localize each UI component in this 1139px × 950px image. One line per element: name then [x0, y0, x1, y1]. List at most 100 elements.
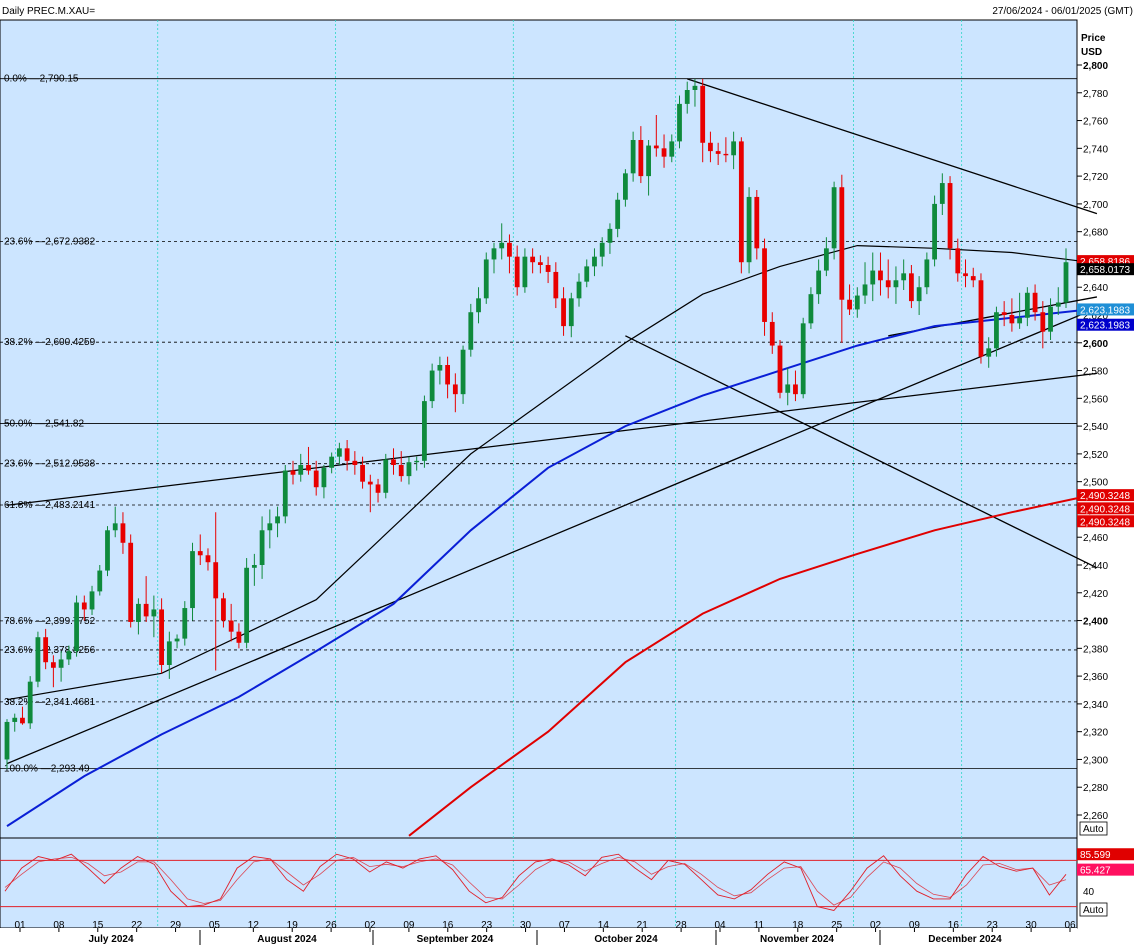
- candle-body: [947, 183, 953, 249]
- candle-body: [715, 151, 721, 154]
- price-tick-label: 2,580: [1083, 367, 1108, 378]
- stoch-auto-button[interactable]: Auto: [1079, 902, 1108, 917]
- stoch-badge-label: 65.427: [1080, 866, 1111, 877]
- candle-body: [476, 298, 481, 313]
- fib-label: 78.6% —2,399.7752: [4, 616, 96, 627]
- candle-body: [143, 603, 149, 617]
- day-label: 12: [248, 920, 260, 931]
- candle-body: [607, 228, 613, 243]
- stochastic-panel[interactable]: [0, 837, 1078, 929]
- chart-window: Daily PREC.M.XAU= 27/06/2024 - 06/01/202…: [0, 0, 1139, 945]
- candle-body: [669, 141, 675, 157]
- day-label: 15: [92, 920, 104, 931]
- candle-body: [854, 295, 860, 310]
- candle-body: [27, 681, 33, 724]
- price-tick-label: 2,640: [1083, 283, 1108, 294]
- candle-body: [275, 516, 280, 524]
- fib-label: 61.8% —2,483.2141: [4, 500, 96, 511]
- candle-body: [205, 555, 211, 563]
- stoch-badge-label: 85.599: [1080, 850, 1111, 861]
- day-label: 04: [714, 920, 726, 931]
- candle-body: [584, 266, 590, 282]
- candle-body: [507, 242, 512, 257]
- candle-body: [460, 349, 466, 395]
- candle-body: [89, 591, 95, 610]
- candle-body: [360, 465, 365, 482]
- candle-body: [731, 141, 737, 156]
- candle-body: [1063, 262, 1069, 303]
- candle-body: [306, 465, 311, 471]
- price-tick-label: 2,780: [1083, 89, 1108, 100]
- stochastic-axis[interactable]: 40 85.599 65.427: [1077, 848, 1134, 898]
- candle-body: [684, 90, 690, 104]
- day-label: 23: [481, 920, 493, 931]
- candle-body: [816, 270, 822, 295]
- day-label: 25: [831, 920, 843, 931]
- month-label: August 2024: [257, 934, 317, 945]
- candle-body: [213, 562, 219, 599]
- auto-scale-button[interactable]: Auto: [1079, 821, 1108, 836]
- candle-body: [723, 153, 729, 156]
- price-axis[interactable]: Price USD 2,260 2,280 2,300 2,320 2,340 2,360…: [1077, 33, 1108, 822]
- candle-body: [81, 602, 87, 610]
- price-chart[interactable]: Daily PREC.M.XAU= 27/06/2024 - 06/01/202…: [0, 0, 1139, 945]
- candle-body: [4, 721, 10, 760]
- candle-body: [120, 523, 126, 543]
- day-label: 18: [792, 920, 804, 931]
- day-label: 26: [326, 920, 338, 931]
- candle-body: [298, 465, 304, 475]
- candle-body: [151, 609, 157, 617]
- stoch-tick-label: 40: [1083, 887, 1095, 898]
- candle-body: [136, 603, 141, 622]
- candle-body: [1040, 312, 1046, 332]
- candle-body: [901, 273, 907, 281]
- day-label: 16: [948, 920, 960, 931]
- price-tick-label: 2,260: [1083, 811, 1108, 822]
- price-tick-label: 2,540: [1083, 422, 1108, 433]
- day-label: 14: [598, 920, 610, 931]
- candle-body: [1024, 292, 1030, 318]
- candle-body: [738, 141, 744, 263]
- candle-body: [321, 467, 327, 488]
- candle-body: [661, 148, 667, 157]
- candle-body: [1032, 292, 1038, 313]
- day-label: 16: [442, 920, 454, 931]
- candle-body: [592, 256, 597, 267]
- price-tick-label: 2,560: [1083, 394, 1108, 405]
- candle-body: [1048, 306, 1053, 332]
- main-plot-area[interactable]: [0, 19, 1078, 839]
- candle-body: [808, 294, 814, 324]
- price-tick-label: 2,380: [1083, 644, 1108, 655]
- month-label: December 2024: [928, 934, 1002, 945]
- candle-body: [839, 187, 845, 300]
- price-tick-label: 2,400: [1083, 617, 1108, 628]
- candle-body: [35, 637, 41, 682]
- fib-label: 23.6% —2,512.9538: [4, 459, 96, 470]
- price-tick-label: 2,360: [1083, 672, 1108, 683]
- candle-body: [259, 530, 265, 565]
- fib-label: 23.6% —2,378.8256: [4, 645, 96, 656]
- candle-body: [499, 242, 505, 249]
- candle-body: [383, 459, 389, 493]
- candle-body: [221, 598, 226, 621]
- price-tick-label: 2,340: [1083, 700, 1108, 711]
- candle-body: [700, 85, 706, 143]
- candle-body: [870, 270, 876, 285]
- fib-label: 23.6% —2,672.9382: [4, 236, 96, 247]
- day-label: 22: [131, 920, 143, 931]
- candle-body: [638, 140, 644, 177]
- fib-label: 50.0% —2,541.82: [4, 419, 84, 430]
- candle-body: [166, 641, 172, 665]
- header-bar: [0, 0, 1139, 20]
- price-tick-label: 2,740: [1083, 144, 1108, 155]
- candle-body: [97, 570, 103, 592]
- candle-body: [831, 187, 837, 249]
- candle-body: [112, 523, 118, 531]
- candle-body: [1055, 302, 1061, 307]
- candle-body: [800, 323, 806, 395]
- candle-body: [646, 145, 651, 177]
- candle-body: [986, 348, 992, 357]
- candle-body: [847, 299, 852, 310]
- price-tick-label: 2,300: [1083, 755, 1108, 766]
- candle-body: [406, 462, 412, 477]
